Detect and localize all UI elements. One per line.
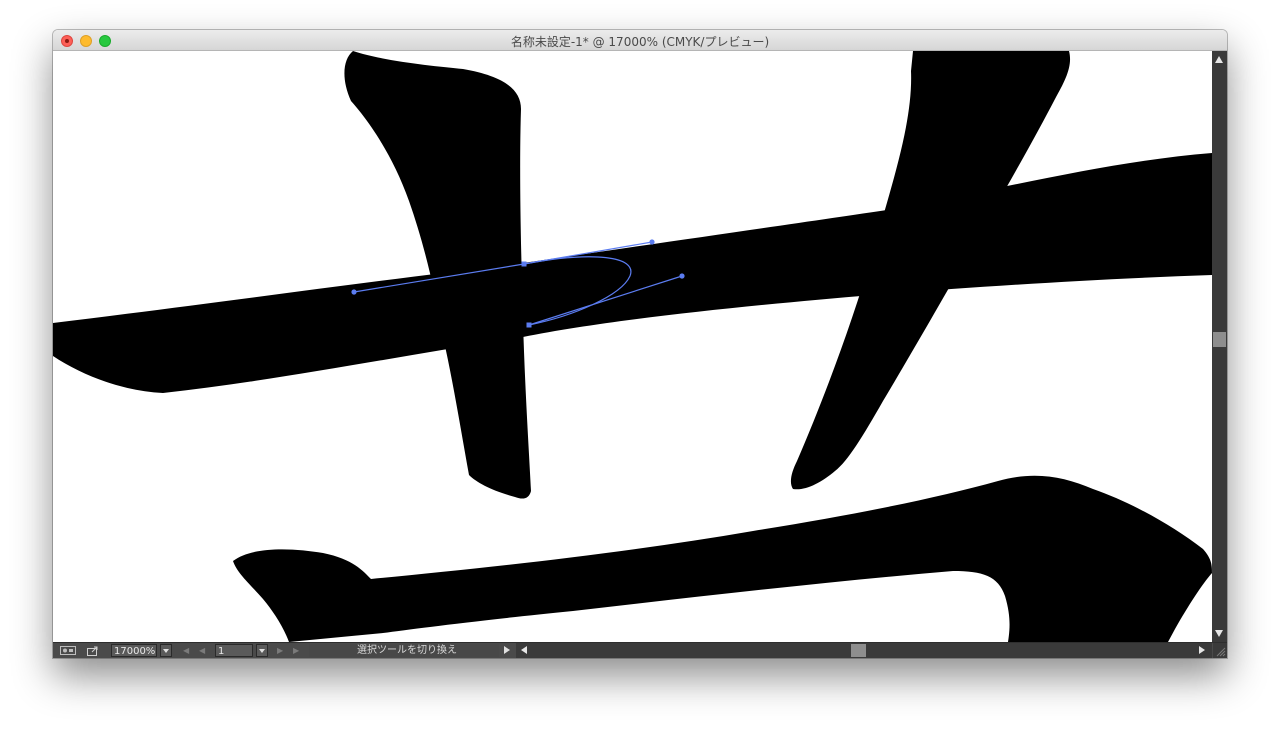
anchor-point[interactable] — [521, 261, 527, 267]
next-artboard-icon[interactable]: ▶ — [277, 645, 283, 656]
title-bar[interactable]: 名称未設定-1* @ 17000% (CMYK/プレビュー) — [53, 30, 1227, 51]
share-icon[interactable] — [87, 645, 100, 656]
horizontal-scrollbar[interactable] — [516, 643, 1212, 658]
last-artboard-icon[interactable]: ▶ — [293, 645, 299, 656]
scroll-left-arrow-icon[interactable] — [521, 646, 527, 654]
vertical-scrollbar[interactable] — [1212, 51, 1227, 642]
artwork-svg — [53, 51, 1212, 642]
zoom-level-field[interactable]: 17000% — [111, 644, 157, 657]
resize-grip-icon[interactable] — [1213, 643, 1227, 658]
status-menu-arrow-icon[interactable] — [504, 646, 510, 654]
direction-handle-point[interactable] — [649, 239, 655, 245]
illustrator-document-window: 名称未設定-1* @ 17000% (CMYK/プレビュー) 17000% ◀ … — [53, 30, 1227, 658]
horizontal-scroll-thumb[interactable] — [851, 644, 866, 657]
status-bar: 17000% ◀ ◀ 1 ▶ ▶ 選択ツールを切り換え — [53, 642, 1227, 658]
window-title: 名称未設定-1* @ 17000% (CMYK/プレビュー) — [510, 35, 770, 49]
zoom-dropdown-icon[interactable] — [160, 644, 172, 657]
glyph-horizontal-stroke[interactable] — [53, 153, 1212, 393]
direction-handle-point[interactable] — [351, 289, 357, 295]
anchor-point[interactable] — [526, 322, 532, 328]
artboard-canvas[interactable] — [53, 51, 1212, 642]
artboard-dropdown-icon[interactable] — [256, 644, 268, 657]
previous-artboard-icon[interactable]: ◀ — [199, 645, 205, 656]
direction-handle-point[interactable] — [679, 273, 685, 279]
vertical-scroll-thumb[interactable] — [1213, 332, 1226, 347]
artboard-navigation-icon[interactable] — [60, 645, 76, 656]
artboard-number-field[interactable]: 1 — [215, 644, 253, 657]
glyph-bottom-stroke[interactable] — [233, 475, 1212, 642]
first-artboard-icon[interactable]: ◀ — [183, 645, 189, 656]
scroll-up-arrow-icon[interactable] — [1215, 56, 1223, 63]
scroll-down-arrow-icon[interactable] — [1215, 630, 1223, 637]
scroll-right-arrow-icon[interactable] — [1199, 646, 1205, 654]
glyph-left-vertical-stroke[interactable] — [344, 51, 531, 499]
status-info-text[interactable]: 選択ツールを切り換え — [309, 644, 499, 657]
